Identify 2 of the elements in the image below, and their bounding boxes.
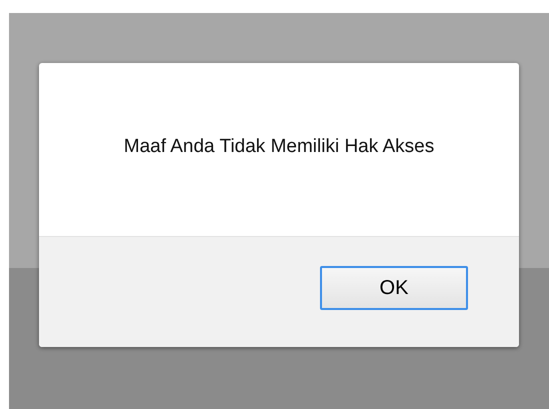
dialog-message: Maaf Anda Tidak Memiliki Hak Akses	[124, 136, 434, 158]
ok-button[interactable]: OK	[320, 266, 468, 310]
